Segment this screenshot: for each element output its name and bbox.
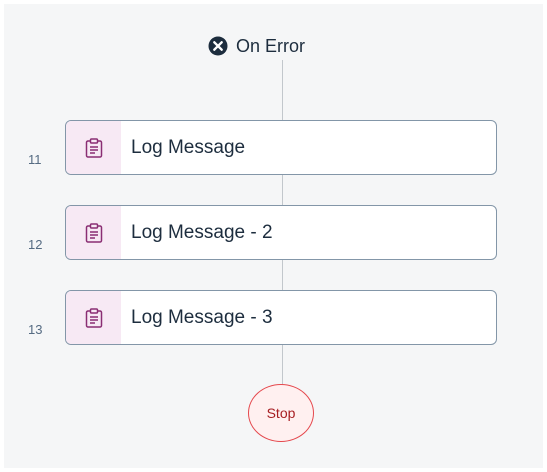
step-icon-box	[66, 121, 121, 174]
on-error-header: On Error	[208, 34, 305, 58]
step-number: 12	[28, 237, 43, 252]
log-message-2-step[interactable]: Log Message - 2	[65, 205, 497, 260]
step-icon-box	[66, 206, 121, 259]
clipboard-icon	[85, 307, 102, 328]
step-number: 13	[28, 322, 43, 337]
log-message-3-step[interactable]: Log Message - 3	[65, 290, 497, 345]
step-number: 11	[28, 152, 42, 167]
clipboard-icon	[85, 222, 102, 243]
stop-node[interactable]: Stop	[248, 384, 314, 442]
connector-line	[282, 260, 283, 290]
step-icon-box	[66, 291, 121, 344]
step-label: Log Message	[131, 136, 246, 158]
stop-label: Stop	[266, 405, 296, 421]
connector-line	[282, 175, 283, 205]
close-circle-icon	[208, 36, 228, 56]
on-error-label: On Error	[236, 36, 306, 56]
step-label: Log Message - 2	[131, 221, 273, 243]
clipboard-icon	[85, 137, 102, 158]
connector-line	[282, 60, 283, 120]
flow-canvas: On Error 11 Log Message 12 Log Message -…	[4, 4, 543, 468]
connector-line	[282, 345, 283, 385]
step-label: Log Message - 3	[131, 306, 273, 328]
log-message-step[interactable]: Log Message	[65, 120, 497, 175]
